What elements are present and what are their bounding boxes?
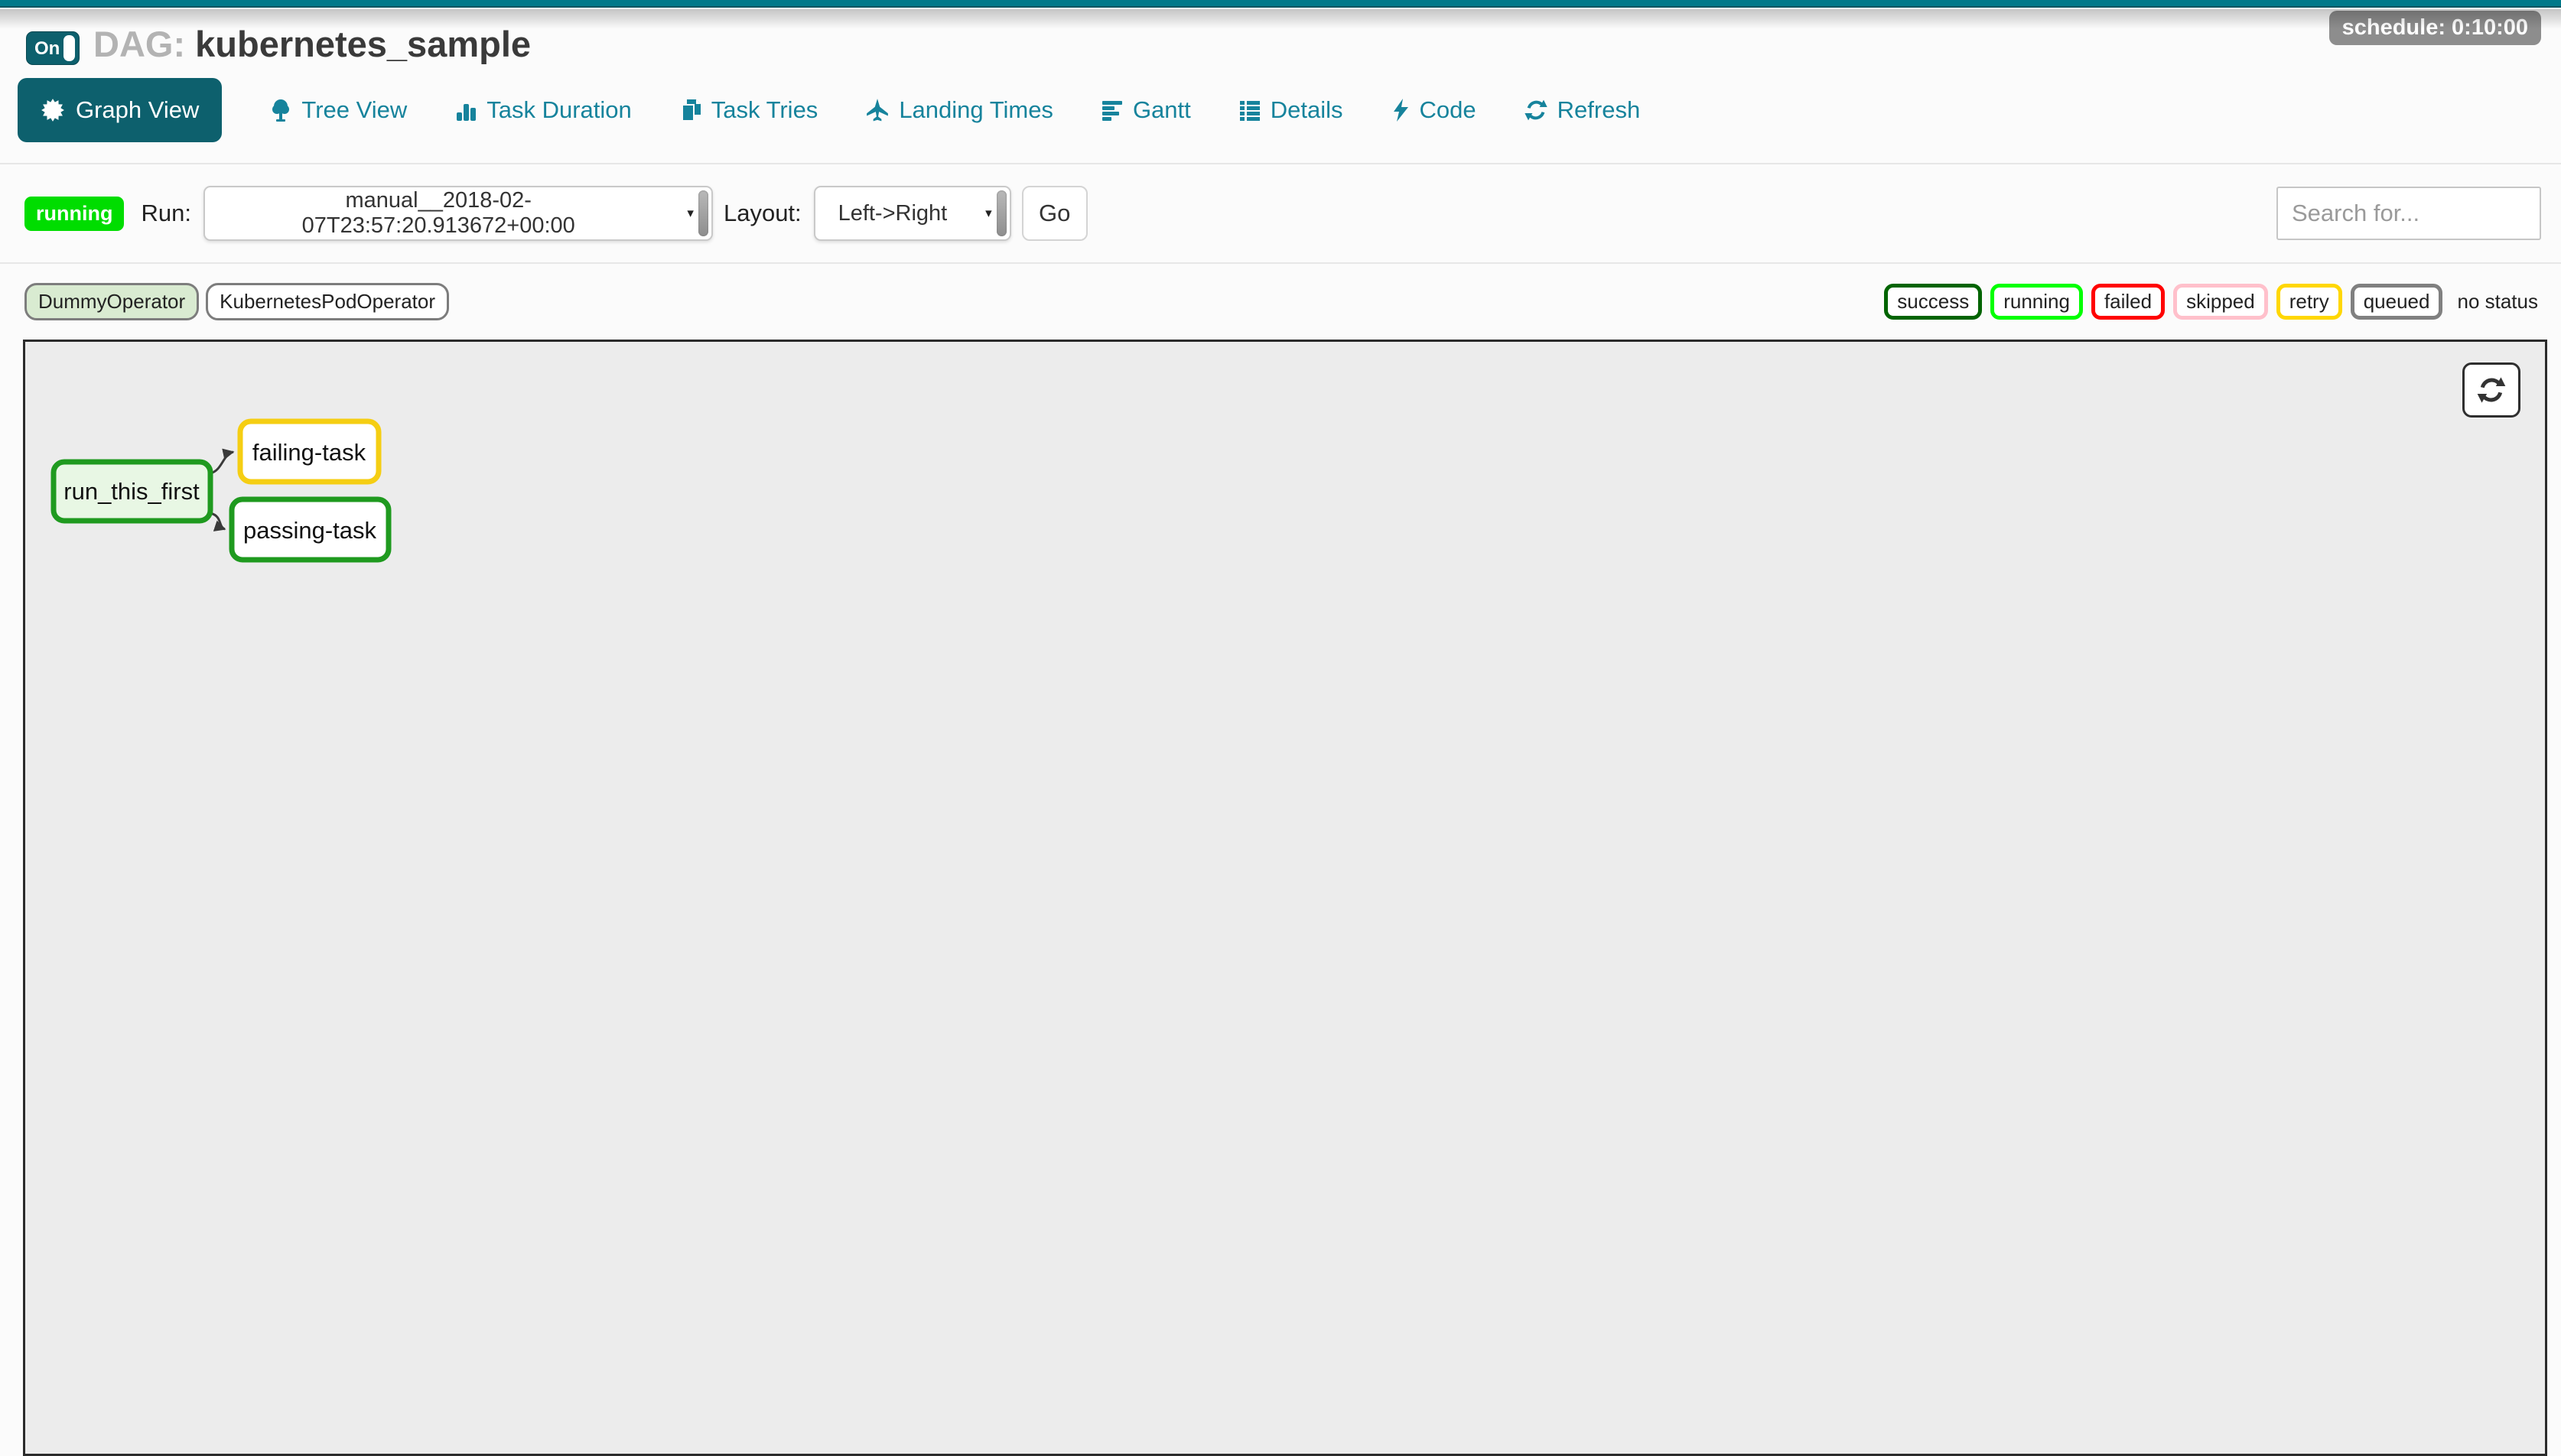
top-teal-bar [0,0,2561,8]
list-icon [1238,98,1261,122]
task-node-failing-task[interactable]: failing-task [240,421,379,482]
toggle-knob [63,35,75,61]
layout-label: Layout: [724,200,802,227]
task-node-run-this-first[interactable]: run_this_first [54,462,210,521]
divider [0,262,2561,264]
tab-graph-view[interactable]: Graph View [18,78,222,142]
operator-badge-dummyoperator: DummyOperator [24,283,199,320]
status-badge-no-status: no status [2457,290,2538,314]
legend: DummyOperator KubernetesPodOperator succ… [24,283,2538,320]
svg-text:failing-task: failing-task [252,439,366,466]
dag-prefix: DAG: [93,24,185,64]
run-select-value: manual__2018-02-07T23:57:20.913672+00:00 [205,188,687,239]
toggle-on-label: On [34,38,60,60]
tab-tree-view[interactable]: Tree View [269,96,407,124]
tab-landing-times[interactable]: Landing Times [865,96,1053,124]
tab-label: Details [1271,96,1343,124]
operator-badge-kubernetespodoperator: KubernetesPodOperator [206,283,449,320]
run-select[interactable]: manual__2018-02-07T23:57:20.913672+00:00… [203,186,713,241]
go-button[interactable]: Go [1022,186,1088,241]
divider [0,163,2561,164]
tab-code[interactable]: Code [1391,96,1476,124]
svg-text:passing-task: passing-task [243,517,377,544]
run-controls: running Run: manual__2018-02-07T23:57:20… [24,186,2541,241]
status-badge-running: running [1990,284,2083,320]
bolt-icon [1391,98,1411,122]
tab-refresh[interactable]: Refresh [1524,96,1641,124]
tab-label: Graph View [76,96,199,124]
dag-on-off-toggle[interactable]: On [26,31,80,65]
graph-canvas[interactable]: run_this_first failing-task passing-task [23,340,2547,1456]
task-node-passing-task[interactable]: passing-task [232,499,389,560]
tab-gantt[interactable]: Gantt [1101,96,1191,124]
tab-label: Code [1420,96,1476,124]
dag-graph: run_this_first failing-task passing-task [25,342,561,663]
layout-select-value: Left->Right [815,201,985,226]
header-shadow [0,9,2561,29]
refresh-icon [1524,98,1548,122]
bar-chart-icon [454,98,477,122]
plane-icon [865,98,890,122]
tab-label: Task Tries [711,96,818,124]
tab-task-tries[interactable]: Task Tries [679,96,818,124]
select-scroll-bar [698,190,708,236]
edge-run-this-first-to-failing-task [210,452,233,473]
tab-label: Tree View [301,96,407,124]
svg-text:run_this_first: run_this_first [63,478,200,505]
run-label: Run: [141,200,190,227]
tab-label: Refresh [1557,96,1641,124]
status-badge-retry: retry [2276,284,2342,320]
refresh-icon [2476,375,2507,405]
search-input[interactable] [2276,187,2541,240]
tab-details[interactable]: Details [1238,96,1343,124]
certificate-icon [41,98,65,122]
tree-icon [269,98,292,122]
status-badge-queued: queued [2351,284,2443,320]
status-badge-failed: failed [2091,284,2165,320]
dag-run-state-badge: running [24,197,124,231]
copy-pages-icon [679,98,702,122]
graph-refresh-button[interactable] [2462,362,2520,418]
tab-label: Task Duration [486,96,632,124]
select-scroll-bar [997,190,1007,236]
chevron-down-icon: ▾ [687,206,694,221]
status-legend: success running failed skipped retry que… [1884,284,2538,320]
status-badge-success: success [1884,284,1982,320]
tab-label: Landing Times [899,96,1053,124]
align-left-icon [1101,98,1124,122]
tab-label: Gantt [1133,96,1191,124]
chevron-down-icon: ▾ [985,206,992,221]
view-nav: Graph View Tree View Task Duration Task … [18,78,1640,142]
edge-run-this-first-to-passing-task [210,513,225,529]
tab-task-duration[interactable]: Task Duration [454,96,632,124]
status-badge-skipped: skipped [2173,284,2268,320]
dag-name: kubernetes_sample [195,24,531,64]
layout-select[interactable]: Left->Right ▾ [814,186,1011,241]
page-title: DAG: kubernetes_sample [93,23,531,65]
